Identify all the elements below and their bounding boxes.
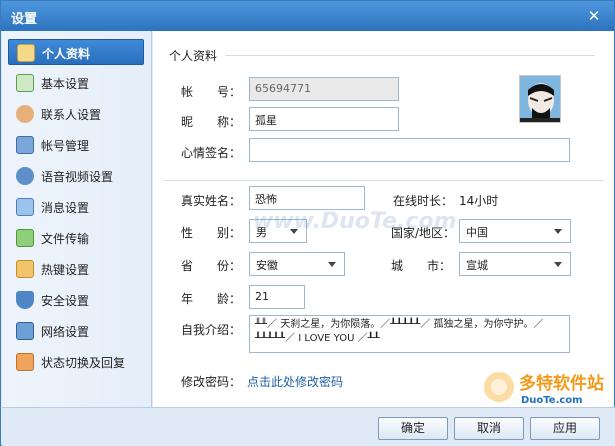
contact-icon xyxy=(16,105,34,123)
sidebar-item-status[interactable]: 状态切换及回复 xyxy=(8,349,144,375)
sidebar-item-label: 文件传输 xyxy=(41,232,90,246)
settings-window: 设置 ✕ 个人资料 基本设置 联系人设置 帐号管理 语音视频设置 消息设置 文件… xyxy=(0,0,615,446)
section-divider xyxy=(225,55,595,56)
country-value: 中国 xyxy=(466,226,488,239)
sidebar-item-message[interactable]: 消息设置 xyxy=(8,194,144,220)
logo-text: 多特软件站 xyxy=(519,374,604,394)
sidebar-item-label: 热键设置 xyxy=(41,263,90,277)
watermark: www.DuoTe.com xyxy=(253,209,457,234)
sidebar-item-label: 基本设置 xyxy=(41,77,90,91)
account-field: 65694771 xyxy=(249,77,399,101)
country-select[interactable]: 中国 xyxy=(459,219,571,243)
province-label: 省 份： xyxy=(181,259,242,273)
city-select[interactable]: 宣城 xyxy=(459,252,571,276)
age-field[interactable]: 21 xyxy=(249,285,305,309)
chevron-down-icon xyxy=(328,262,336,267)
sidebar-item-label: 帐号管理 xyxy=(41,139,90,153)
status-icon xyxy=(16,353,34,371)
realname-field[interactable]: 恐怖 xyxy=(249,186,365,210)
online-time-label: 在线时长： xyxy=(393,194,454,208)
sidebar-item-voice-video[interactable]: 语音视频设置 xyxy=(8,163,144,189)
sidebar-item-label: 安全设置 xyxy=(41,294,90,308)
section-title: 个人资料 xyxy=(169,49,218,63)
nickname-label: 昵 称： xyxy=(181,115,242,129)
shield-icon xyxy=(16,291,34,309)
profile-card-icon xyxy=(17,44,35,62)
checklist-icon xyxy=(16,74,34,92)
province-value: 安徽 xyxy=(256,259,278,272)
sidebar-item-contacts[interactable]: 联系人设置 xyxy=(8,101,144,127)
province-select[interactable]: 安徽 xyxy=(249,252,345,276)
sidebar-item-security[interactable]: 安全设置 xyxy=(8,287,144,313)
title-bar[interactable]: 设置 ✕ xyxy=(1,1,614,31)
intro-label: 自我介绍： xyxy=(181,323,242,337)
city-value: 宣城 xyxy=(466,259,488,272)
realname-label: 真实姓名： xyxy=(181,194,242,208)
close-icon[interactable]: ✕ xyxy=(584,6,604,26)
signature-field[interactable] xyxy=(249,138,570,162)
sidebar-item-basic[interactable]: 基本设置 xyxy=(8,70,144,96)
account-label: 帐 号： xyxy=(181,85,242,99)
change-password-link[interactable]: 点击此处修改密码 xyxy=(247,373,343,390)
sidebar: 个人资料 基本设置 联系人设置 帐号管理 语音视频设置 消息设置 文件传输 热键… xyxy=(2,31,152,407)
section-divider xyxy=(163,180,603,181)
network-icon xyxy=(16,322,34,340)
sidebar-item-account[interactable]: 帐号管理 xyxy=(8,132,144,158)
age-label: 年 龄： xyxy=(181,292,242,306)
chevron-down-icon xyxy=(554,262,562,267)
city-label: 城 市： xyxy=(391,259,452,273)
sidebar-item-label: 网络设置 xyxy=(41,325,90,339)
signature-label: 心情签名： xyxy=(181,146,242,160)
online-time-value: 14小时 xyxy=(459,194,499,208)
password-label: 修改密码： xyxy=(181,375,242,389)
sidebar-item-label: 状态切换及回复 xyxy=(41,356,126,370)
sidebar-item-label: 消息设置 xyxy=(41,201,90,215)
sidebar-item-profile[interactable]: 个人资料 xyxy=(8,39,144,65)
sidebar-item-label: 语音视频设置 xyxy=(41,170,114,184)
file-transfer-icon xyxy=(16,229,34,247)
gender-label: 性 别： xyxy=(181,226,242,240)
intro-field[interactable]: ╨╨／ 天刹之星，为你陨落。／┸┸┸┸┸／ 孤独之星，为你守护。／┸┸┸┸┸／ … xyxy=(249,315,570,353)
microphone-icon xyxy=(16,167,34,185)
message-icon xyxy=(16,198,34,216)
nickname-field[interactable]: 孤星 xyxy=(249,107,399,131)
window-title: 设置 xyxy=(11,12,38,27)
sidebar-item-label: 联系人设置 xyxy=(41,108,102,122)
sidebar-item-network[interactable]: 网络设置 xyxy=(8,318,144,344)
site-logo: 多特软件站 DuoTe.com xyxy=(481,367,609,421)
sidebar-item-file-transfer[interactable]: 文件传输 xyxy=(8,225,144,251)
sidebar-item-hotkey[interactable]: 热键设置 xyxy=(8,256,144,282)
chevron-down-icon xyxy=(554,229,562,234)
keyboard-icon xyxy=(16,260,34,278)
account-icon xyxy=(16,136,34,154)
sidebar-item-label: 个人资料 xyxy=(42,47,91,61)
avatar[interactable] xyxy=(519,75,561,123)
ok-button[interactable]: 确定 xyxy=(378,417,448,440)
logo-domain: DuoTe.com xyxy=(521,395,583,406)
